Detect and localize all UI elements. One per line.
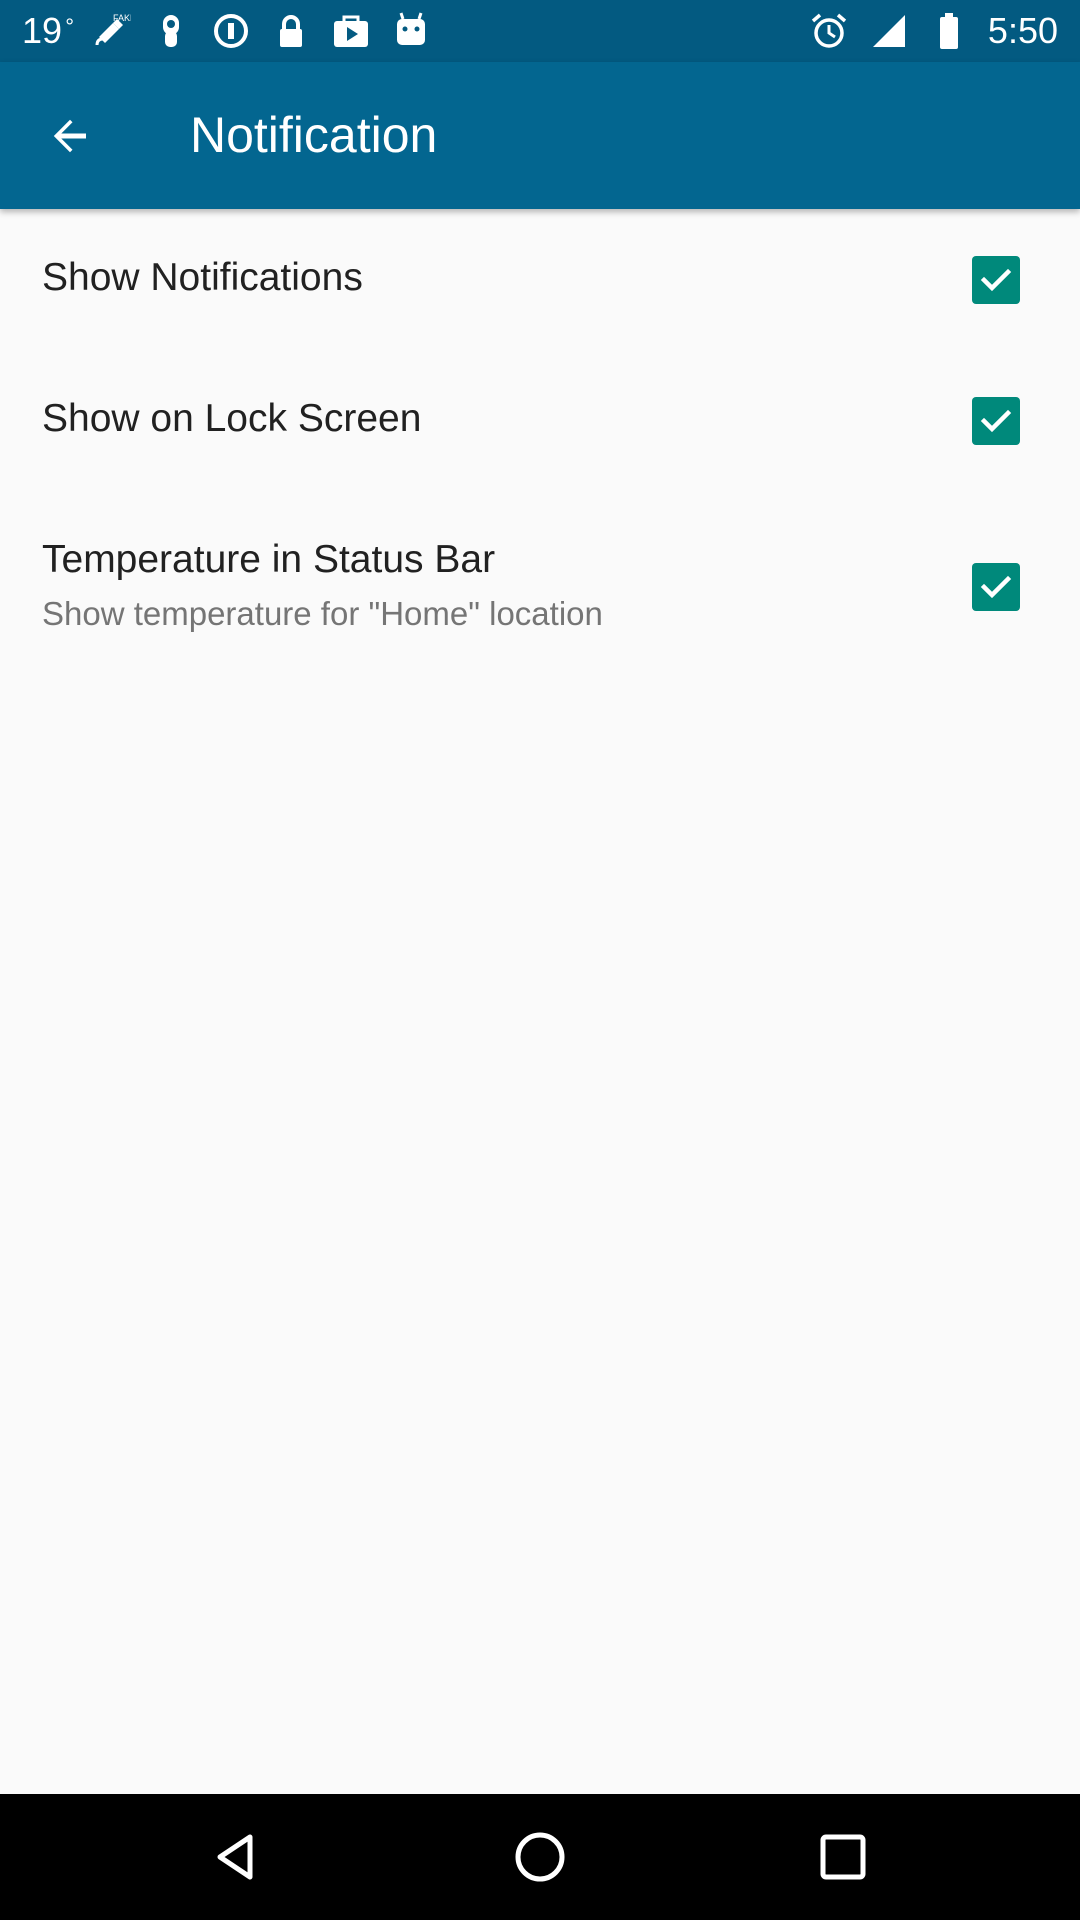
- nav-recents-button[interactable]: [803, 1817, 883, 1897]
- checkmark-icon: [980, 409, 1012, 433]
- pref-summary: Show temperature for "Home" location: [42, 595, 603, 632]
- navigation-bar: [0, 1794, 1080, 1920]
- page-title: Notification: [190, 107, 438, 163]
- preferences-list: Show Notifications Show on Lock Screen T…: [0, 209, 1080, 1794]
- fake-gps-icon: FAKE: [90, 10, 132, 52]
- status-time: 5:50: [987, 10, 1058, 51]
- lock-icon: [270, 10, 312, 52]
- show-notifications-checkbox[interactable]: [972, 256, 1020, 304]
- pref-title: Show on Lock Screen: [42, 397, 422, 440]
- info-icon: [210, 10, 252, 52]
- status-bar-left: 19° FAKE: [22, 8, 432, 54]
- pref-temperature-in-status-bar[interactable]: Temperature in Status Bar Show temperatu…: [0, 491, 1080, 657]
- status-bar-right: 5:50: [808, 8, 1058, 54]
- nav-back-button[interactable]: [196, 1817, 276, 1897]
- back-triangle-icon: [217, 1834, 253, 1880]
- show-on-lock-screen-checkbox[interactable]: [972, 397, 1020, 445]
- degree-symbol: °: [65, 14, 75, 39]
- checkmark-icon: [980, 575, 1012, 599]
- recents-square-icon: [820, 1834, 866, 1880]
- nav-home-button[interactable]: [500, 1817, 580, 1897]
- home-circle-icon: [515, 1832, 565, 1882]
- back-button[interactable]: [28, 94, 112, 178]
- pref-show-notifications[interactable]: Show Notifications: [0, 209, 1080, 350]
- battery-icon: [928, 10, 970, 52]
- checkmark-icon: [980, 268, 1012, 292]
- status-bar: 19° FAKE: [0, 0, 1080, 62]
- pref-show-on-lock-screen[interactable]: Show on Lock Screen: [0, 350, 1080, 491]
- play-store-icon: [330, 10, 372, 52]
- pref-title: Temperature in Status Bar: [42, 538, 496, 581]
- android-icon: [390, 10, 432, 52]
- arrow-back-icon: [53, 119, 86, 153]
- pref-title: Show Notifications: [42, 256, 363, 299]
- touch-icon: [150, 10, 192, 52]
- signal-icon: [868, 10, 910, 52]
- temperature-in-status-bar-checkbox[interactable]: [972, 563, 1020, 611]
- status-temperature: 19 °: [22, 8, 74, 54]
- app-bar: Notification: [0, 62, 1080, 209]
- alarm-icon: [808, 10, 850, 52]
- svg-text:FAKE: FAKE: [113, 13, 131, 23]
